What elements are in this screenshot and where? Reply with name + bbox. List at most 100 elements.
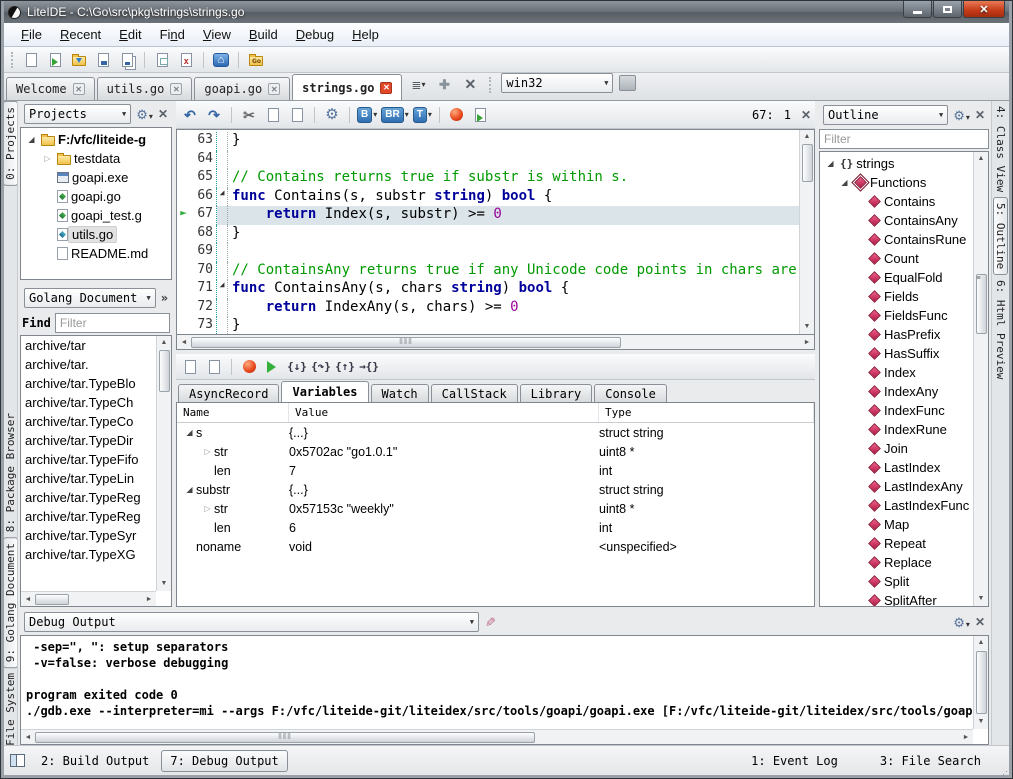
scroll-right-icon[interactable]: ► (959, 734, 973, 741)
save-all-icon[interactable] (117, 50, 137, 70)
outline-item-hassuffix[interactable]: HasSuffix (822, 344, 973, 363)
go-package-icon[interactable] (246, 50, 266, 70)
side-tab-5-outline[interactable]: 5: Outline (993, 197, 1008, 275)
tree-item-readme-md[interactable]: README.md (23, 244, 171, 263)
scroll-up-icon[interactable]: ▲ (978, 636, 985, 650)
add-item-icon[interactable] (180, 357, 200, 377)
outline-item-count[interactable]: Count (822, 249, 973, 268)
outline-item-containsany[interactable]: ContainsAny (822, 211, 973, 230)
scroll-left-icon[interactable]: ◄ (21, 596, 35, 603)
doc-list-item[interactable]: archive/tar.TypeReg (21, 509, 156, 528)
variable-row[interactable]: ◢substr{...}struct string (177, 480, 814, 499)
build-run-icon[interactable]: BR▾ (381, 105, 408, 125)
scroll-thumb[interactable] (159, 350, 170, 392)
close-button[interactable]: ✕ (963, 1, 1005, 18)
test-icon[interactable]: T▾ (413, 105, 432, 125)
open-file-icon[interactable] (45, 50, 65, 70)
debug-output-close-icon[interactable]: ✕ (975, 615, 985, 629)
record-icon[interactable] (447, 105, 467, 125)
debug-output-gear-icon[interactable]: ⚙▾ (953, 616, 970, 629)
statusbar-button-7-debug-output[interactable]: 7: Debug Output (161, 750, 287, 772)
step-over-icon[interactable]: {↷} (311, 357, 331, 377)
doc-list-item[interactable]: archive/tar.TypeXG (21, 547, 156, 566)
statusbar-button-1-event-log[interactable]: 1: Event Log (743, 751, 846, 771)
outline-combo[interactable]: Outline (823, 105, 948, 125)
doc-list-item[interactable]: archive/tar.TypeReg (21, 490, 156, 509)
tree-item-goapi-test-g[interactable]: goapi_test.g (23, 206, 171, 225)
tab-strings-go[interactable]: strings.go✕ (292, 74, 402, 100)
menu-item-view[interactable]: View (194, 25, 240, 44)
debug-output-text[interactable]: -sep=", ": setup separators -v=false: ve… (21, 636, 973, 729)
outline-item-containsrune[interactable]: ContainsRune (822, 230, 973, 249)
home-icon[interactable]: ⌂ (211, 50, 231, 70)
outline-item-join[interactable]: Join (822, 439, 973, 458)
variable-row[interactable]: len6int (177, 518, 814, 537)
outline-filter-input[interactable] (819, 129, 989, 149)
outline-item-indexrune[interactable]: IndexRune (822, 420, 973, 439)
debug-output-vscrollbar[interactable]: ▲ ▼ (973, 636, 988, 729)
outline-vscrollbar[interactable]: ▲ ≡ ▼ (973, 152, 988, 606)
scroll-down-icon[interactable]: ▼ (161, 577, 168, 591)
menu-item-file[interactable]: File (12, 25, 51, 44)
docbrowser-combo[interactable]: Golang Document (24, 288, 156, 308)
outline-item-fields[interactable]: Fields (822, 287, 973, 306)
variable-row[interactable]: nonamevoid<unspecified> (177, 537, 814, 556)
menu-item-build[interactable]: Build (240, 25, 287, 44)
doc-list-item[interactable]: archive/tar.TypeCo (21, 414, 156, 433)
scroll-thumb[interactable]: ≡ (976, 274, 987, 334)
outline-item-strings[interactable]: ◢{}strings (822, 154, 973, 173)
doc-list-item[interactable]: archive/tar (21, 338, 156, 357)
close-file-icon[interactable] (176, 50, 196, 70)
side-tab-6-html-preview[interactable]: 6: Html Preview (994, 275, 1007, 384)
outline-item-contains[interactable]: Contains (822, 192, 973, 211)
open-project-icon[interactable] (69, 50, 89, 70)
toggle-sidebar-icon[interactable] (10, 754, 25, 767)
doc-list-vscrollbar[interactable]: ▲ ▼ (156, 336, 171, 591)
save-file-icon[interactable] (93, 50, 113, 70)
side-tab-4-class-view[interactable]: 4: Class View (994, 101, 1007, 197)
close-tab-icon[interactable]: ✕ (380, 82, 392, 94)
scroll-thumb[interactable]: ⦀⦀⦀ (35, 732, 535, 743)
outline-gear-icon[interactable]: ⚙▾ (953, 109, 970, 122)
editor-close-icon[interactable]: ✕ (801, 108, 811, 122)
debug-output-hscrollbar[interactable]: ◄ ⦀⦀⦀ ► (21, 729, 973, 744)
scroll-down-icon[interactable]: ▼ (978, 715, 985, 729)
outline-item-index[interactable]: Index (822, 363, 973, 382)
scroll-thumb[interactable] (35, 594, 69, 605)
menu-item-edit[interactable]: Edit (110, 25, 150, 44)
outline-item-lastindex[interactable]: LastIndex (822, 458, 973, 477)
doc-list-item[interactable]: archive/tar.TypeFifo (21, 452, 156, 471)
statusbar-button-3-file-search[interactable]: 3: File Search (872, 751, 989, 771)
code-editor[interactable]: 63}6465// Contains returns true if subst… (176, 129, 815, 335)
redo-icon[interactable]: ↷ (204, 105, 224, 125)
outline-item-functions[interactable]: ◢Functions (822, 173, 973, 192)
variable-row[interactable]: ▷str0x5702ac "go1.0.1"uint8 * (177, 442, 814, 461)
tree-item-utils-go[interactable]: utils.go (23, 225, 171, 244)
side-tab-0-projects[interactable]: 0: Projects (4, 101, 18, 186)
side-tab-8-package-browser[interactable]: 8: Package Browser (4, 408, 17, 537)
minimize-button[interactable] (903, 1, 932, 18)
projects-combo[interactable]: Projects (24, 104, 131, 124)
run-to-line-icon[interactable]: →{} (359, 357, 379, 377)
close-tab-icon[interactable]: ✕ (73, 83, 85, 95)
tree-item-testdata[interactable]: ▷testdata (23, 149, 171, 168)
outline-item-indexfunc[interactable]: IndexFunc (822, 401, 973, 420)
close-all-icon[interactable]: ✕ (460, 75, 480, 95)
build-icon[interactable]: B▾ (357, 105, 377, 125)
debug-tab-console[interactable]: Console (594, 384, 667, 402)
build-config-icon[interactable]: ⚙ (322, 105, 342, 125)
cut-icon[interactable]: ✂ (239, 105, 259, 125)
build-target-combo[interactable]: win32 (501, 73, 613, 93)
projects-gear-icon[interactable]: ⚙▾ (136, 108, 153, 121)
side-tab-file-system[interactable]: File System (4, 668, 17, 745)
docbrowser-more-button[interactable]: » (161, 291, 168, 305)
outline-item-equalfold[interactable]: EqualFold (822, 268, 973, 287)
continue-debug-icon[interactable] (263, 357, 283, 377)
statusbar-button-2-build-output[interactable]: 2: Build Output (33, 751, 157, 771)
clear-output-icon[interactable]: ✎ (481, 617, 497, 628)
maximize-button[interactable] (933, 1, 962, 18)
debug-tab-watch[interactable]: Watch (371, 384, 429, 402)
outline-close-icon[interactable]: ✕ (975, 108, 985, 122)
export-icon[interactable] (471, 105, 491, 125)
doc-filter-input[interactable] (55, 313, 170, 333)
